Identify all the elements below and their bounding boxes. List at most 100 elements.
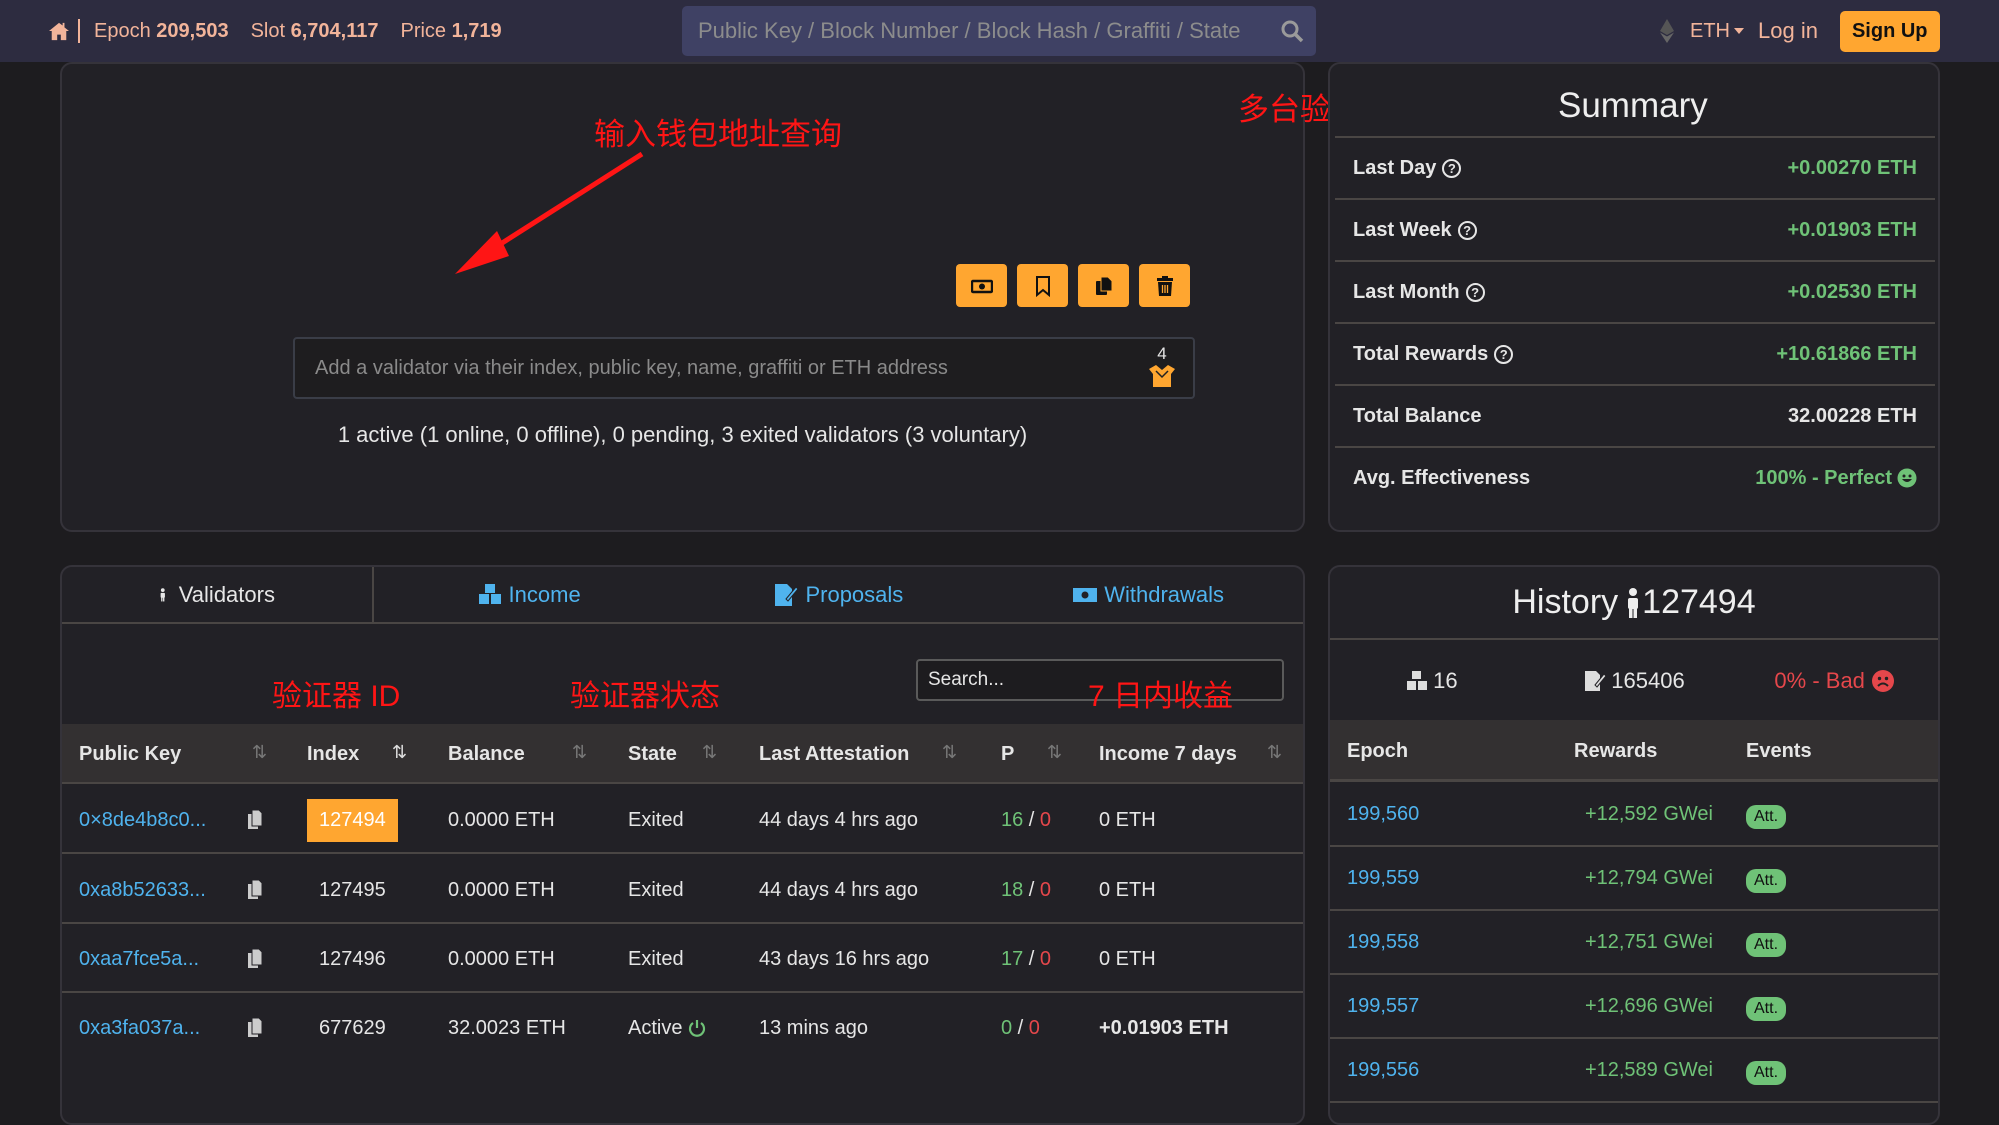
sort-icon[interactable]: ⇅ [942,742,966,766]
bookmark-button[interactable] [1017,264,1068,307]
sort-icon[interactable]: ⇅ [252,742,276,766]
validators-table-card: Validators Income Proposals Withdrawals … [60,565,1305,1125]
annotation-arrow [455,151,644,274]
last-attestation: 44 days 4 hrs ago [759,808,918,831]
sort-icon[interactable]: ⇅ [702,742,726,766]
table-row: 0xa3fa037a... 677629 32.0023 ETH Active … [62,994,1303,1062]
tab-income[interactable]: Income [374,567,684,622]
question-circle-icon[interactable]: ? [1457,220,1477,240]
bookmark-icon [1035,275,1050,297]
question-circle-icon[interactable]: ? [1442,158,1462,178]
table-row: 0xa8b52633... 127495 0.0000 ETH Exited 4… [62,856,1303,924]
proposals: 16 / 0 [1001,808,1052,831]
summary-value: +10.61866 ETH [1776,342,1917,365]
event-badge: Att. [1746,805,1787,829]
table-row: 0×8de4b8c0... 127494 0.0000 ETH Exited 4… [62,786,1303,854]
balance: 0.0000 ETH [448,878,555,901]
ethereum-icon [1660,19,1674,43]
tab-bar: Validators Income Proposals Withdrawals [62,567,1303,624]
sort-icon[interactable]: ⇅ [1047,742,1071,766]
copy-button[interactable] [1078,264,1129,307]
public-key-link[interactable]: 0xa3fa037a... [79,994,200,1062]
slot-stat[interactable]: Slot 6,704,117 [251,20,379,43]
history-row: 199,557 +12,696 GWei Att. [1330,975,1938,1039]
sort-icon[interactable]: ⇅ [572,742,596,766]
col-income-7-days[interactable]: Income 7 days [1099,724,1237,784]
summary-value: 100% - Perfect [1755,466,1892,489]
validator-index[interactable]: 677629 [319,994,386,1062]
currency-dropdown[interactable]: ETH [1690,20,1744,43]
annotation-income-7d: 7 日内收益 [1088,680,1234,713]
tab-withdrawals[interactable]: Withdrawals [993,567,1303,622]
global-search-input[interactable] [698,18,1268,44]
tab-validators[interactable]: Validators [62,567,374,622]
network-stats: Epoch 209,503 Slot 6,704,117 Price 1,719 [48,0,524,62]
copy-icon[interactable] [246,879,264,901]
epoch-link[interactable]: 199,558 [1347,931,1419,954]
home-icon[interactable] [48,21,70,41]
summary-row-last-month: Last Month? +0.02530 ETH [1335,260,1935,322]
state: Active [628,994,706,1062]
frown-icon [1871,670,1894,692]
annotation-input-hint: 输入钱包地址查询 [594,117,842,152]
validator-count[interactable]: 4 [1147,345,1177,389]
copy-icon[interactable] [246,948,264,970]
question-circle-icon[interactable]: ? [1465,282,1485,302]
event-badge: Att. [1746,869,1787,893]
state: Exited [628,947,684,970]
epoch-stat[interactable]: Epoch 209,503 [94,20,229,43]
public-key-link[interactable]: 0xa8b52633... [79,856,206,924]
dashboard-toolbar [956,264,1190,307]
sort-asc-icon[interactable]: ⇅ [392,742,416,766]
col-balance[interactable]: Balance [448,724,525,784]
epoch-link[interactable]: 199,557 [1347,995,1419,1018]
copy-icon[interactable] [246,809,264,831]
question-circle-icon[interactable]: ? [1494,344,1514,364]
epoch-link[interactable]: 199,556 [1347,1059,1419,1082]
col-proposals[interactable]: P [1001,724,1014,784]
col-state[interactable]: State [628,724,677,784]
copy-icon[interactable] [246,1017,264,1039]
validator-index[interactable]: 127495 [319,856,386,924]
col-public-key[interactable]: Public Key [79,724,181,784]
col-index[interactable]: Index [307,724,359,784]
box-open-icon [1149,365,1175,387]
tab-proposals[interactable]: Proposals [684,567,994,622]
summary-row-total-balance: Total Balance 32.00228 ETH [1335,384,1935,446]
summary-row-last-week: Last Week? +0.01903 ETH [1335,198,1935,260]
summary-row-total-rewards: Total Rewards? +10.61866 ETH [1335,322,1935,384]
add-validator-field: 4 [293,337,1195,399]
history-card: History 127494 16 165406 0% - Bad Epoch … [1328,565,1940,1125]
summary-row-avg-effectiveness: Avg. Effectiveness 100% - Perfect [1335,446,1935,508]
col-last-attestation[interactable]: Last Attestation [759,724,909,784]
validator-index[interactable]: 127494 [307,798,398,842]
login-link[interactable]: Log in [1758,18,1818,44]
annotation-validator-state: 验证器状态 [570,680,720,713]
sort-icon[interactable]: ⇅ [1267,742,1291,766]
user-icon [1628,587,1639,618]
reward: +12,751 GWei [1584,931,1713,953]
proposals: 0 / 0 [1001,1016,1040,1039]
signup-button[interactable]: Sign Up [1839,10,1940,52]
proposals: 17 / 0 [1001,947,1052,970]
summary-rows: Last Day? +0.00270 ETH Last Week? +0.019… [1335,136,1935,508]
trash-icon [1156,275,1173,296]
epoch-link[interactable]: 199,560 [1347,803,1419,826]
balance: 0.0000 ETH [448,808,555,831]
col-epoch: Epoch [1347,740,1409,762]
search-icon[interactable] [1280,19,1304,43]
history-table-header: Epoch Rewards Events [1330,720,1938,782]
right-nav: ETH Log in Sign Up [1660,0,1940,62]
public-key-link[interactable]: 0xaa7fce5a... [79,925,199,993]
add-validator-input[interactable] [315,356,1135,380]
public-key-link[interactable]: 0×8de4b8c0... [79,786,206,854]
validator-index[interactable]: 127496 [319,925,386,993]
withdrawal-button[interactable] [956,264,1007,307]
col-events: Events [1746,740,1812,762]
cubes-icon [478,583,501,604]
delete-button[interactable] [1139,264,1190,307]
copy-icon [1095,276,1112,295]
money-bill-icon [970,279,993,293]
history-row: 199,558 +12,751 GWei Att. [1330,911,1938,975]
epoch-link[interactable]: 199,559 [1347,867,1419,890]
